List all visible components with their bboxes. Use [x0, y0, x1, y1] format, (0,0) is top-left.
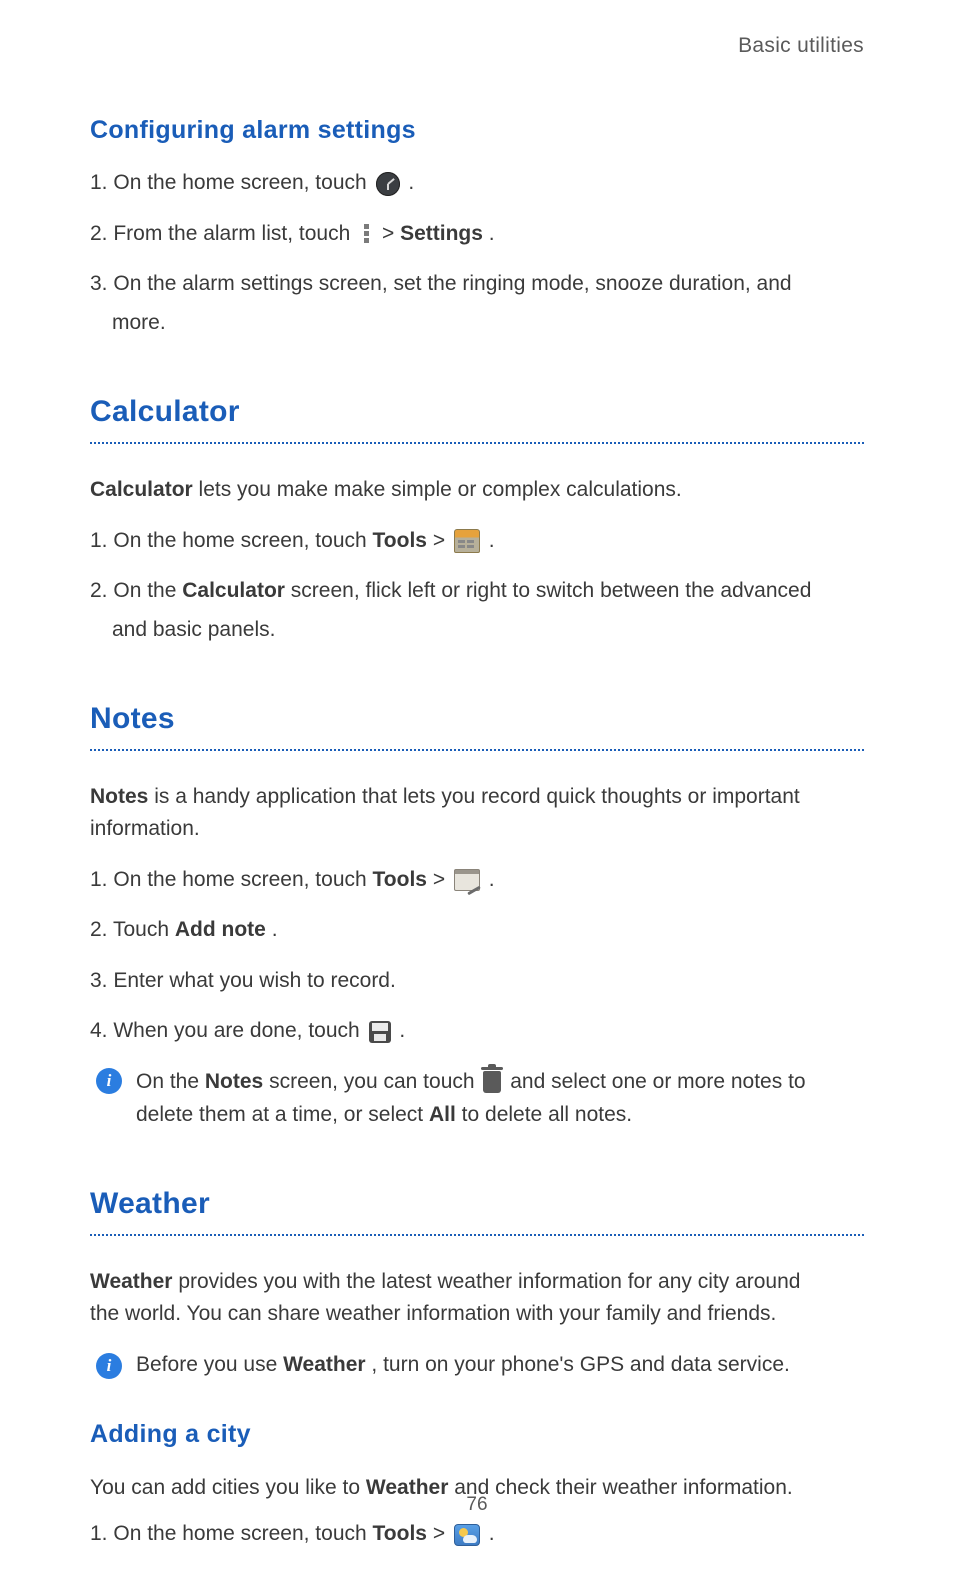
weather-app-icon	[454, 1524, 480, 1546]
notes-info-callout: i On the Notes screen, you can touch and…	[96, 1066, 864, 1131]
notes-step-1: 1. On the home screen, touch Tools > .	[90, 864, 864, 897]
weather-intro-bold: Weather	[90, 1270, 172, 1293]
weather-label: Weather	[283, 1353, 365, 1376]
step-text: Touch	[113, 918, 175, 941]
save-icon	[369, 1021, 391, 1043]
step-text-tail: .	[399, 1019, 405, 1042]
step-3: 3. On the alarm settings screen, set the…	[90, 268, 864, 339]
breadcrumb-separator: >	[433, 868, 451, 891]
calc-step-2: 2. On the Calculator screen, flick left …	[90, 575, 864, 646]
info-text-d: delete them at a time, or select	[136, 1103, 429, 1126]
step-text: On the home screen, touch	[113, 171, 372, 194]
step-text-tail: screen, flick left or right to switch be…	[291, 579, 812, 602]
step-text: On the home screen, touch	[113, 868, 372, 891]
page-number: 76	[0, 1490, 954, 1519]
breadcrumb-separator: >	[382, 222, 400, 245]
heading-config-alarm: Configuring alarm settings	[90, 111, 864, 150]
weather-info-text: Before you use Weather , turn on your ph…	[136, 1349, 864, 1382]
step-number: 2.	[90, 579, 108, 602]
weather-intro-b: provides you with the latest weather inf…	[172, 1270, 800, 1293]
step-text: On the home screen, touch	[113, 1522, 372, 1545]
step-number: 3.	[90, 272, 108, 295]
all-label: All	[429, 1103, 456, 1126]
info-text-c: and select one or more notes to	[510, 1070, 805, 1093]
info-text-a: Before you use	[136, 1353, 283, 1376]
info-text-b: , turn on your phone's GPS and data serv…	[371, 1353, 789, 1376]
step-text: Enter what you wish to record.	[113, 969, 395, 992]
settings-label: Settings	[400, 222, 483, 245]
notes-intro-text: is a handy application that lets you rec…	[148, 785, 799, 808]
calculator-label: Calculator	[182, 579, 285, 602]
step-number: 2.	[90, 222, 108, 245]
notes-app-icon	[454, 869, 480, 891]
notes-intro-text-2: information.	[90, 813, 864, 846]
manual-page: Basic utilities Configuring alarm settin…	[0, 0, 954, 1577]
calculator-intro: Calculator lets you make make simple or …	[90, 474, 864, 507]
step-text: From the alarm list, touch	[113, 222, 356, 245]
heading-notes: Notes	[90, 696, 864, 751]
step-text: On the home screen, touch	[113, 529, 372, 552]
heading-adding-city: Adding a city	[90, 1415, 864, 1454]
info-text-b: screen, you can touch	[269, 1070, 480, 1093]
notes-label: Notes	[205, 1070, 263, 1093]
step-number: 1.	[90, 529, 108, 552]
step-text: On the	[113, 579, 182, 602]
heading-calculator: Calculator	[90, 389, 864, 444]
step-text-cont: more.	[112, 307, 864, 340]
step-number: 1.	[90, 1522, 108, 1545]
step-text-tail: .	[408, 171, 414, 194]
weather-info-callout: i Before you use Weather , turn on your …	[96, 1349, 864, 1382]
clock-app-icon	[376, 172, 400, 196]
breadcrumb-separator: >	[433, 1522, 451, 1545]
notes-step-3: 3. Enter what you wish to record.	[90, 965, 864, 998]
add-note-label: Add note	[175, 918, 266, 941]
info-icon: i	[96, 1068, 122, 1094]
step-text: When you are done, touch	[113, 1019, 365, 1042]
info-text-a: On the	[136, 1070, 205, 1093]
tools-label: Tools	[373, 868, 427, 891]
notes-step-4: 4. When you are done, touch .	[90, 1015, 864, 1048]
weather-intro: Weather provides you with the latest wea…	[90, 1266, 864, 1331]
step-number: 1.	[90, 868, 108, 891]
step-number: 3.	[90, 969, 108, 992]
step-1: 1. On the home screen, touch .	[90, 167, 864, 200]
notes-info-text: On the Notes screen, you can touch and s…	[136, 1066, 864, 1131]
calculator-app-icon	[454, 529, 480, 553]
tools-label: Tools	[373, 529, 427, 552]
step-text-tail: .	[489, 222, 495, 245]
heading-weather: Weather	[90, 1181, 864, 1236]
step-2: 2. From the alarm list, touch > Settings…	[90, 218, 864, 251]
step-text-tail: .	[489, 868, 495, 891]
step-text-tail: .	[272, 918, 278, 941]
weather-step-1: 1. On the home screen, touch Tools > .	[90, 1518, 864, 1551]
info-text-e: to delete all notes.	[462, 1103, 632, 1126]
step-text-cont: and basic panels.	[112, 614, 864, 647]
step-number: 2.	[90, 918, 108, 941]
step-number: 1.	[90, 171, 108, 194]
weather-intro-c: the world. You can share weather informa…	[90, 1298, 864, 1331]
step-text-tail: .	[489, 529, 495, 552]
step-text: On the alarm settings screen, set the ri…	[113, 272, 791, 295]
notes-intro-bold: Notes	[90, 785, 148, 808]
calculator-intro-bold: Calculator	[90, 478, 193, 501]
notes-step-2: 2. Touch Add note .	[90, 914, 864, 947]
calc-step-1: 1. On the home screen, touch Tools > .	[90, 525, 864, 558]
info-icon: i	[96, 1353, 122, 1379]
overflow-menu-icon	[359, 224, 373, 244]
step-text-tail: .	[489, 1522, 495, 1545]
step-number: 4.	[90, 1019, 108, 1042]
trash-icon	[483, 1071, 501, 1093]
notes-intro: Notes is a handy application that lets y…	[90, 781, 864, 846]
breadcrumb: Basic utilities	[90, 30, 864, 63]
tools-label: Tools	[373, 1522, 427, 1545]
breadcrumb-separator: >	[433, 529, 451, 552]
calculator-intro-text: lets you make make simple or complex cal…	[193, 478, 682, 501]
